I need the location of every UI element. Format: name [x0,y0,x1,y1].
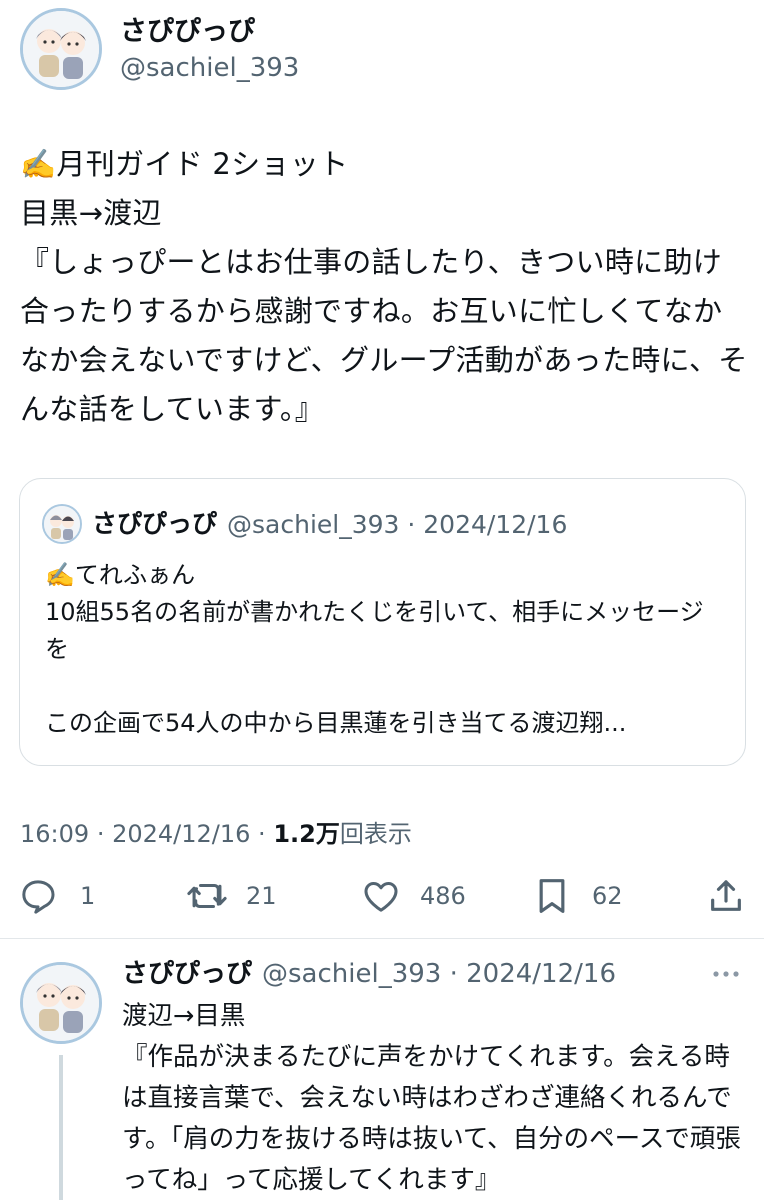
reply-button[interactable]: 1 [18,876,95,916]
reply-count: 1 [80,882,96,910]
separator: · [96,820,113,848]
timestamp-line: 16:09 · 2024/12/16 · 1.2万回表示 [20,814,412,849]
thread-line [59,1055,63,1200]
reply-header: さぴぴっぴ @sachiel_393 · 2024/12/16 [122,956,616,992]
quote-tweet-card[interactable]: さぴぴっぴ @sachiel_393 · 2024/12/16 ✍️てれふぁん … [19,478,746,766]
display-name[interactable]: さぴぴっぴ [120,14,299,50]
more-button[interactable] [708,964,744,988]
views-count: 1.2万 [273,820,340,848]
handle[interactable]: @sachiel_393 [120,50,299,86]
divider [0,938,764,939]
tweet-text: ✍️月刊ガイド 2ショット 目黒→渡辺 『しょっぴーとはお仕事の話したり、きつい… [20,147,748,426]
reply-avatar[interactable] [20,962,102,1044]
reply-meta[interactable]: @sachiel_393 · 2024/12/16 [262,959,616,989]
main-tweet-header: さぴぴっぴ @sachiel_393 [20,8,299,90]
quote-avatar [42,504,82,544]
separator: · [258,820,274,848]
action-bar: 1 21 486 62 [0,870,764,926]
heart-icon [364,882,398,912]
retweet-button[interactable]: 21 [186,876,277,916]
tweet-time[interactable]: 16:09 [20,820,89,848]
like-button[interactable]: 486 [360,876,466,916]
tweet-date[interactable]: 2024/12/16 [112,820,250,848]
bookmark-count: 62 [592,882,623,910]
avatar[interactable] [20,8,102,90]
like-count: 486 [420,882,466,910]
views-label: 回表示 [339,820,412,848]
reply-icon [22,880,55,914]
tweet-page: さぴぴっぴ @sachiel_393 ✍️月刊ガイド 2ショット 目黒→渡辺 『… [0,0,764,1200]
share-icon [711,880,741,911]
quote-meta: @sachiel_393 · 2024/12/16 [227,509,568,539]
bookmark-button[interactable]: 62 [534,876,623,916]
quote-display-name: さぴぴっぴ [92,509,218,538]
retweet-icon [187,883,227,909]
reply-text: 渡辺→目黒 『作品が決まるたびに声をかけてくれます。会える時は直接言葉で、会えな… [122,1001,741,1195]
quote-header: さぴぴっぴ @sachiel_393 · 2024/12/16 [42,504,567,544]
share-button[interactable] [706,876,746,916]
avatar-illustration [23,11,99,87]
more-icon [713,971,739,977]
reply-display-name[interactable]: さぴぴっぴ [122,956,252,992]
bookmark-icon [539,879,565,913]
reply-avatar-illustration [23,965,99,1041]
quote-avatar-illustration [44,506,80,542]
quote-text: ✍️てれふぁん 10組55名の名前が書かれたくじを引いて、相手にメッセージを こ… [45,561,704,737]
retweet-count: 21 [246,882,277,910]
